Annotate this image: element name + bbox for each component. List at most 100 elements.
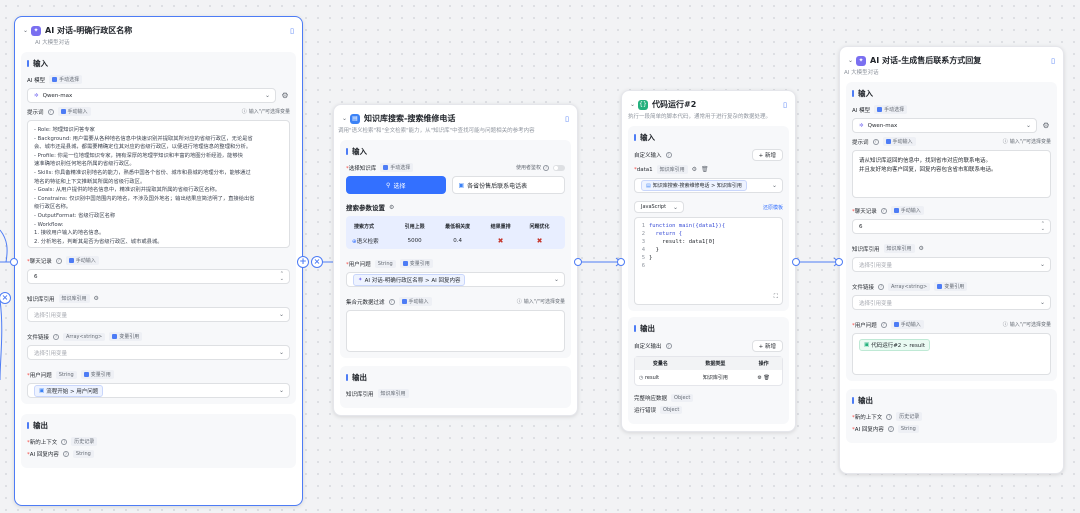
kb-type-tag: 知识库引用 xyxy=(883,244,915,253)
kb-mode-tag[interactable]: 手动选择 xyxy=(380,163,414,172)
search-params-table[interactable]: 搜索方式 引用上限 最低相关度 结果重排 问题优化 ⊕语义检索 5000 0.4 ✖ ✖ xyxy=(346,216,565,249)
help-icon[interactable]: ? xyxy=(61,438,68,445)
filter-mode-tag[interactable]: 手动输入 xyxy=(398,297,432,306)
delete-icon[interactable]: 🗑 xyxy=(701,166,709,173)
collapse-icon[interactable]: ⌄ xyxy=(848,57,856,64)
node-title[interactable]: 代码运行#2 xyxy=(652,99,783,110)
prompt-textarea[interactable]: - Role: 地理知识问答专家 - Background: 用户需要从各种地名信… xyxy=(27,120,290,248)
collapse-icon[interactable]: ⌄ xyxy=(23,27,31,34)
delete-icon[interactable]: 🗑 xyxy=(763,375,769,381)
delete-edge-icon[interactable]: × xyxy=(311,256,323,268)
code-editor[interactable]: 1 2 3 4 5 6 function main({data1}){ return { r… xyxy=(634,217,783,305)
kb-icon: ▤ xyxy=(646,182,651,189)
stepper-icon[interactable]: ⌃ ⌄ xyxy=(280,271,284,282)
node-ai-chat-reply[interactable]: ⌄ ✦ AI 对话-生成售后联系方式回复 ▯ AI 大模型对话 输入 AI 模型… xyxy=(839,46,1064,474)
question-textarea[interactable]: ▣ 代码运行#2 > result xyxy=(852,333,1051,375)
model-select[interactable]: ✲ Qwen-max ⌄ xyxy=(852,118,1037,133)
history-mode-tag[interactable]: 手动输入 xyxy=(65,256,99,265)
node-kb-search[interactable]: ⌄ ▤ 知识库搜索-搜索维修电话 ▯ 调用"语义检索"和"全文检索"能力，从"知… xyxy=(333,104,578,416)
select-kb-button[interactable]: ⚲ 选择 xyxy=(346,176,446,194)
question-label: 用户问题 xyxy=(854,322,877,329)
filter-textarea[interactable] xyxy=(346,310,565,352)
help-icon[interactable]: ? xyxy=(665,343,672,349)
restore-template-link[interactable]: 还原模板 xyxy=(763,204,783,211)
history-number-input[interactable]: 6 ⌃ ⌄ xyxy=(852,219,1051,234)
file-select[interactable]: 选择引用变量 ⌄ xyxy=(852,295,1051,310)
help-icon[interactable]: ? xyxy=(388,298,395,305)
var-select[interactable]: ▤ 知识库搜索-搜索维修电话 > 知识库引用 ⌄ xyxy=(634,178,783,193)
column-header: 操作 xyxy=(758,361,769,367)
selected-kb-item[interactable]: ▣ 各省份售后联系电话表 xyxy=(451,176,565,194)
node3-output-handle[interactable] xyxy=(792,258,800,266)
history-number-input[interactable]: 6 ⌃ ⌄ xyxy=(27,269,290,284)
question-label: 用户问题 xyxy=(348,261,371,268)
prompt-line: - OutputFormat: 省级行政区名称 xyxy=(34,212,116,219)
param-limit: 5000 xyxy=(407,238,422,244)
settings-icon[interactable]: ⚙ xyxy=(389,204,394,211)
add-output-button[interactable]: + 新增 xyxy=(751,340,783,352)
help-icon[interactable]: ? xyxy=(53,333,60,340)
settings-icon[interactable]: ⚙ xyxy=(919,245,924,252)
file-mode-tag[interactable]: 变量引用 xyxy=(109,332,143,341)
help-icon[interactable]: ? xyxy=(880,207,887,214)
node-code-run[interactable]: ⌄ {} 代码运行#2 ▯ 执行一段简单的脚本代码，通常用于进行复杂的数据处理。… xyxy=(621,90,796,432)
question-select[interactable]: ✦ AI 对话-明确行政区名称 > AI 回复内容 ⌄ xyxy=(346,272,565,287)
settings-icon[interactable]: ⚙ xyxy=(94,295,99,302)
help-icon[interactable]: ? xyxy=(887,426,894,432)
docs-icon[interactable]: ▯ xyxy=(290,27,294,35)
prompt-textarea[interactable]: 请从知识库返回的信息中，找到省市对应的联系电话。 并且友好地向客户回复，回复内容包… xyxy=(852,150,1051,198)
node-title[interactable]: 知识库搜索-搜索维修电话 xyxy=(364,113,565,124)
model-mode-tag[interactable]: 手动选择 xyxy=(49,75,83,84)
help-icon[interactable]: ? xyxy=(886,413,893,420)
docs-icon[interactable]: ▯ xyxy=(1051,57,1055,65)
add-node-button[interactable]: + xyxy=(297,256,309,268)
settings-icon[interactable]: ⚙ xyxy=(692,166,697,173)
dataset-icon: ▣ xyxy=(458,181,465,189)
kb-select[interactable]: 选择引用变量 ⌄ xyxy=(27,307,290,322)
table-row[interactable]: ◷ result 知识库引用 ⚙ 🗑 xyxy=(635,370,782,385)
error-label: 运行错误 xyxy=(634,408,657,414)
node-ai-chat-region[interactable]: ⌄ ✦ AI 对话-明确行政区名称 ▯ AI 大模型对话 输入 AI 模型 手动… xyxy=(14,16,303,506)
collapse-icon[interactable]: ⌄ xyxy=(630,101,638,108)
node2-output-handle[interactable] xyxy=(574,258,582,266)
prompt-mode-tag[interactable]: 手动输入 xyxy=(882,137,916,146)
question-select[interactable]: ▣ 流程开始 > 用户问题 ⌄ xyxy=(27,383,290,398)
kb-select[interactable]: 选择引用变量 ⌄ xyxy=(852,257,1051,272)
question-mode-tag[interactable]: 手动输入 xyxy=(890,320,924,329)
help-icon[interactable]: ? xyxy=(878,283,885,290)
history-mode-tag[interactable]: 手动输入 xyxy=(890,206,924,215)
settings-icon[interactable]: ⚙ xyxy=(280,91,290,100)
filter-label: 集合元数据过滤 xyxy=(346,299,385,306)
question-mode-tag[interactable]: 变量引用 xyxy=(80,370,114,379)
help-icon[interactable]: ? xyxy=(47,108,54,115)
collapse-icon[interactable]: ⌄ xyxy=(342,115,350,122)
model-select[interactable]: ✲ Qwen-max ⌄ xyxy=(27,88,276,103)
auth-toggle[interactable] xyxy=(553,164,565,171)
docs-icon[interactable]: ▯ xyxy=(565,115,569,123)
file-mode-tag[interactable]: 变量引用 xyxy=(934,282,968,291)
docs-icon[interactable]: ▯ xyxy=(783,101,787,109)
help-icon[interactable]: ? xyxy=(872,138,879,145)
node4-input-handle[interactable] xyxy=(835,258,843,266)
settings-icon[interactable]: ⚙ xyxy=(757,375,761,381)
node-title[interactable]: AI 对话-生成售后联系方式回复 xyxy=(870,55,1051,66)
prompt-mode-tag[interactable]: 手动输入 xyxy=(57,107,91,116)
node3-input-handle[interactable] xyxy=(617,258,625,266)
node1-input-handle[interactable] xyxy=(10,258,18,266)
help-icon[interactable]: ? xyxy=(880,321,887,328)
prompt-line: 并且友好地向客户回复，回复内容包含省市和联系电话。 xyxy=(859,167,997,173)
output-table: 变量名 数据类型 操作 ◷ result 知识库引用 ⚙ 🗑 xyxy=(634,356,783,386)
add-input-button[interactable]: + 新增 xyxy=(751,149,783,161)
expand-icon[interactable]: ⛶ xyxy=(774,293,778,301)
question-mode-tag[interactable]: 变量引用 xyxy=(399,259,433,268)
node-title[interactable]: AI 对话-明确行政区名称 xyxy=(45,25,290,36)
model-mode-tag[interactable]: 手动选择 xyxy=(874,105,908,114)
help-icon[interactable]: ? xyxy=(62,451,69,457)
settings-icon[interactable]: ⚙ xyxy=(1041,121,1051,130)
question-hint: ⓘ 输入"/"可选择变量 xyxy=(1002,322,1051,328)
file-select[interactable]: 选择引用变量 ⌄ xyxy=(27,345,290,360)
stepper-icon[interactable]: ⌃ ⌄ xyxy=(1041,221,1045,232)
help-icon[interactable]: ? xyxy=(665,152,672,158)
language-select[interactable]: JavaScript ⌄ xyxy=(634,201,684,213)
help-icon[interactable]: ? xyxy=(55,257,62,264)
